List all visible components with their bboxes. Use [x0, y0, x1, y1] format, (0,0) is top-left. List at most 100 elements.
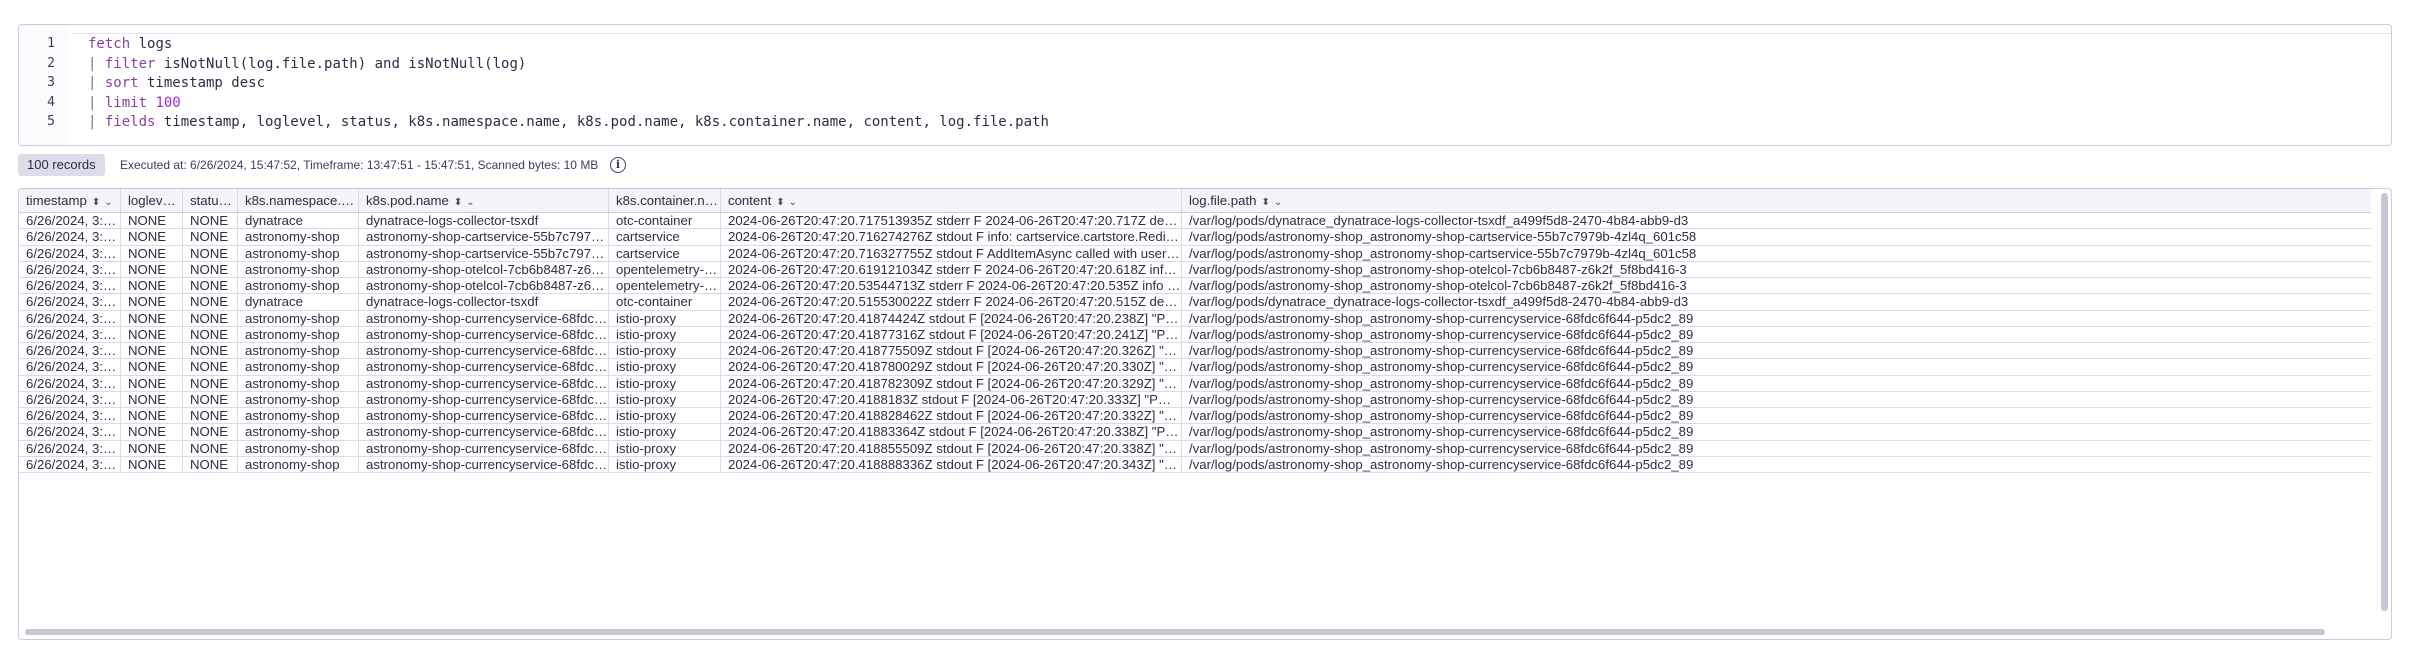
cell-container-name: istio-proxy — [609, 440, 721, 456]
query-editor[interactable]: 1 fetch logs 2 | filter isNotNull(log.file.… — [18, 24, 2392, 146]
cell-timestamp: 6/26/2024, 3:47:20 PM — [19, 213, 121, 229]
cell-loglevel: NONE — [121, 375, 183, 391]
cell-status: NONE — [183, 294, 238, 310]
cell-timestamp: 6/26/2024, 3:47:20 PM — [19, 456, 121, 472]
cell-container-name: istio-proxy — [609, 359, 721, 375]
query-keyword: limit — [104, 94, 148, 111]
cell-content: 2024-06-26T20:47:20.515530022Z stderr F … — [721, 294, 1182, 310]
cell-loglevel: NONE — [121, 278, 183, 294]
table-row[interactable]: 6/26/2024, 3:47:20 PMNONENONEastronomy-s… — [19, 245, 2371, 262]
cell-file-path: /var/log/pods/astronomy-shop_astronomy-s… — [1189, 440, 1694, 456]
table-row[interactable]: 6/26/2024, 3:47:20 PMNONENONEastronomy-s… — [19, 408, 2371, 425]
results-table: timestamp⬍⌄loglevel⬍⌄status⬍⌄k8s.namespa… — [18, 188, 2392, 640]
cell-namespace: astronomy-shop — [238, 261, 359, 277]
cell-container-name: cartservice — [609, 229, 721, 245]
execution-info: Executed at: 6/26/2024, 15:47:52, Timefr… — [120, 158, 599, 172]
table-row[interactable]: 6/26/2024, 3:47:20 PMNONENONEastronomy-s… — [19, 391, 2371, 408]
table-row[interactable]: 6/26/2024, 3:47:20 PMNONENONEastronomy-s… — [19, 424, 2371, 441]
query-code[interactable]: | limit 100 — [88, 93, 181, 113]
query-arguments: timestamp, loglevel, status, k8s.namespa… — [155, 114, 1049, 130]
cell-content: 2024-06-26T20:47:20.716327755Z stdout F … — [721, 245, 1182, 261]
cell-pod-name: astronomy-shop-currencyservice-68fdc6f64… — [359, 408, 609, 424]
cell-status: NONE — [183, 245, 238, 261]
cell-content: 2024-06-26T20:47:20.716274276Z stdout F … — [721, 229, 1182, 245]
sort-icon[interactable]: ⬍ — [454, 197, 462, 208]
column-header-label: k8s.namespace.name — [245, 193, 358, 208]
cell-loglevel: NONE — [121, 261, 183, 277]
vertical-scrollbar[interactable] — [2381, 193, 2388, 611]
cell-file-path: /var/log/pods/astronomy-shop_astronomy-s… — [1189, 391, 1694, 407]
sort-icon[interactable]: ⬍ — [92, 197, 100, 208]
query-keyword: fields — [104, 114, 156, 130]
cell-file-path: /var/log/pods/astronomy-shop_astronomy-s… — [1189, 278, 1687, 293]
query-code[interactable]: | filter isNotNull(log.file.path) and is… — [88, 54, 526, 74]
cell-status: NONE — [183, 375, 238, 391]
cell-file-path: /var/log/pods/astronomy-shop_astronomy-s… — [1189, 408, 1694, 423]
table-row[interactable]: 6/26/2024, 3:47:20 PMNONENONEastronomy-s… — [19, 456, 2371, 473]
sort-icon[interactable]: ⬍ — [1261, 197, 1269, 208]
table-row[interactable]: 6/26/2024, 3:47:20 PMNONENONEastronomy-s… — [19, 326, 2371, 343]
column-header-timestamp[interactable]: timestamp ⬍ ⌄ — [19, 189, 121, 212]
cell-status: NONE — [183, 456, 238, 472]
table-row[interactable]: 6/26/2024, 3:47:20 PMNONENONEastronomy-s… — [19, 359, 2371, 376]
cell-loglevel: NONE — [121, 359, 183, 375]
cell-loglevel: NONE — [121, 229, 183, 245]
cell-timestamp: 6/26/2024, 3:47:20 PM — [19, 261, 121, 277]
table-row[interactable]: 6/26/2024, 3:47:20 PMNONENONEastronomy-s… — [19, 310, 2371, 327]
sort-icon[interactable]: ⬍ — [776, 197, 784, 208]
chevron-down-icon[interactable]: ⌄ — [466, 197, 474, 208]
table-row[interactable]: 6/26/2024, 3:47:20 PMNONENONEastronomy-s… — [19, 440, 2371, 457]
table-row[interactable]: 6/26/2024, 3:47:20 PMNONENONEdynatracedy… — [19, 294, 2371, 311]
cell-content: 2024-06-26T20:47:20.53544713Z stderr F 2… — [721, 278, 1182, 294]
cell-container-name: otc-container — [609, 213, 721, 229]
column-header-namespace[interactable]: k8s.namespace.name⬍⌄ — [238, 189, 359, 212]
table-row[interactable]: 6/26/2024, 3:47:20 PMNONENONEastronomy-s… — [19, 261, 2371, 278]
query-line: 1 fetch logs — [19, 34, 2391, 54]
cell-content: 2024-06-26T20:47:20.41877316Z stdout F [… — [721, 326, 1182, 342]
chevron-down-icon[interactable]: ⌄ — [1274, 197, 1282, 208]
query-code[interactable]: fetch logs — [88, 34, 172, 54]
cell-namespace: astronomy-shop — [238, 310, 359, 326]
horizontal-scrollbar[interactable] — [25, 629, 2325, 635]
query-arguments: logs — [130, 36, 173, 52]
cell-timestamp: 6/26/2024, 3:47:20 PM — [19, 424, 121, 440]
query-line: 5 | fields timestamp, loglevel, status, k… — [19, 112, 2391, 132]
column-header-status[interactable]: status⬍⌄ — [183, 189, 238, 212]
cell-namespace: astronomy-shop — [238, 245, 359, 261]
column-header-container-name[interactable]: k8s.container.name⬍⌄ — [609, 189, 721, 212]
cell-pod-name: astronomy-shop-currencyservice-68fdc6f64… — [359, 343, 609, 359]
cell-pod-name: astronomy-shop-otelcol-7cb6b8487-z6k2f — [359, 261, 609, 277]
column-header-content[interactable]: content ⬍ ⌄ — [721, 189, 1182, 212]
chevron-down-icon[interactable]: ⌄ — [104, 197, 112, 208]
query-code[interactable]: | sort timestamp desc — [88, 73, 265, 93]
column-header-pod-name[interactable]: k8s.pod.name ⬍ ⌄ — [359, 189, 609, 212]
cell-namespace: astronomy-shop — [238, 326, 359, 342]
cell-loglevel: NONE — [121, 408, 183, 424]
table-row[interactable]: 6/26/2024, 3:47:20 PMNONENONEastronomy-s… — [19, 278, 2371, 295]
table-row[interactable]: 6/26/2024, 3:47:20 PMNONENONEastronomy-s… — [19, 343, 2371, 360]
cell-loglevel: NONE — [121, 213, 183, 229]
info-icon[interactable]: i — [610, 157, 626, 173]
table-row[interactable]: 6/26/2024, 3:47:20 PMNONENONEastronomy-s… — [19, 229, 2371, 246]
cell-file-path: /var/log/pods/astronomy-shop_astronomy-s… — [1189, 375, 1694, 391]
cell-timestamp: 6/26/2024, 3:47:20 PM — [19, 229, 121, 245]
cell-pod-name: astronomy-shop-currencyservice-68fdc6f64… — [359, 375, 609, 391]
cell-pod-name: dynatrace-logs-collector-tsxdf — [359, 213, 609, 229]
chevron-down-icon[interactable]: ⌄ — [789, 197, 797, 208]
column-header-loglevel[interactable]: loglevel⬍⌄ — [121, 189, 183, 212]
cell-loglevel: NONE — [121, 294, 183, 310]
column-header-file-path[interactable]: log.file.path ⬍ ⌄ — [1182, 189, 2372, 212]
query-code[interactable]: | fields timestamp, loglevel, status, k8… — [88, 112, 1049, 132]
query-keyword: sort — [104, 75, 139, 91]
table-row[interactable]: 6/26/2024, 3:47:20 PMNONENONEastronomy-s… — [19, 375, 2371, 392]
cell-container-name: istio-proxy — [609, 310, 721, 326]
cell-loglevel: NONE — [121, 391, 183, 407]
cell-pod-name: astronomy-shop-currencyservice-68fdc6f64… — [359, 359, 609, 375]
cell-timestamp: 6/26/2024, 3:47:20 PM — [19, 310, 121, 326]
cell-timestamp: 6/26/2024, 3:47:20 PM — [19, 245, 121, 261]
table-row[interactable]: 6/26/2024, 3:47:20 PMNONENONEdynatracedy… — [19, 213, 2371, 230]
cell-namespace: astronomy-shop — [238, 229, 359, 245]
pipe-operator: | — [88, 114, 105, 130]
cell-namespace: dynatrace — [238, 213, 359, 229]
cell-pod-name: astronomy-shop-currencyservice-68fdc6f64… — [359, 440, 609, 456]
